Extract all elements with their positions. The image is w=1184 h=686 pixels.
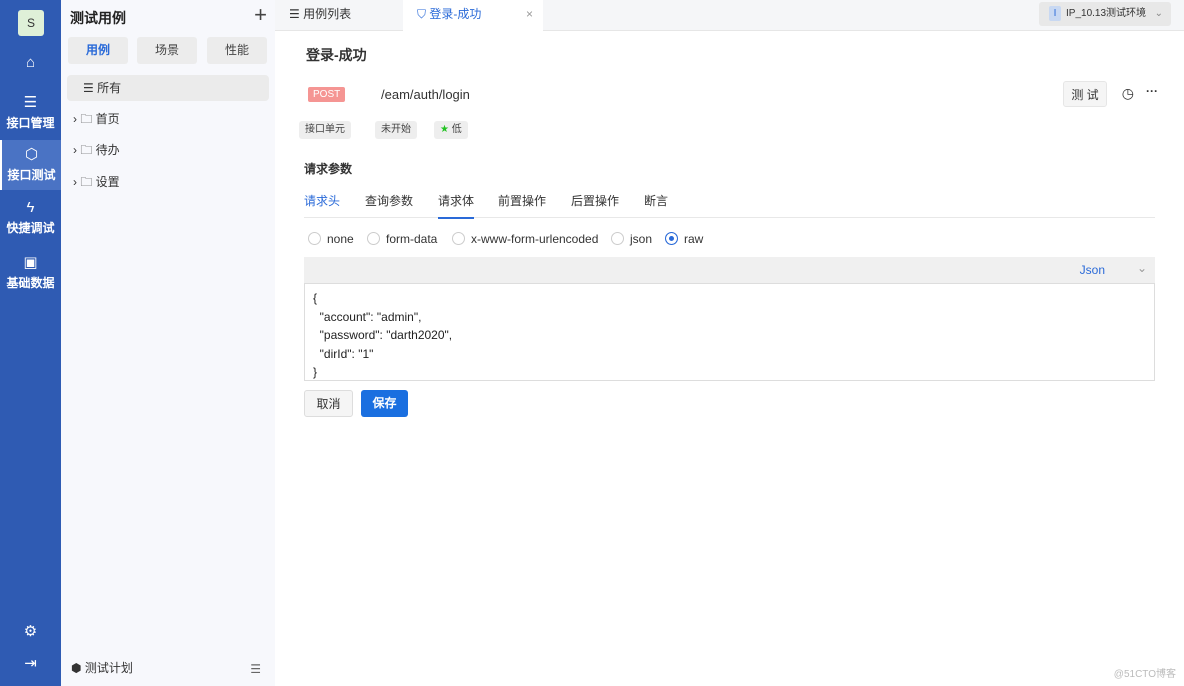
collapse-icon[interactable]: ⇥ [0,654,61,672]
watermark: @51CTO博客 [1113,669,1176,680]
chevron-down-icon[interactable]: ⌄ [1137,261,1147,275]
format-select[interactable]: Json [1080,263,1105,277]
radio-raw[interactable]: raw [665,232,703,246]
nav-label: 接口管理 [6,116,55,130]
env-label: IP_10.13测试环境 [1066,8,1147,19]
radio-label: x-www-form-urlencoded [471,232,599,246]
nav-label: 基础数据 [6,276,55,290]
tree-label: 设置 [95,175,120,189]
test-button[interactable]: 测 试 [1063,81,1107,107]
radio-label: none [327,232,354,246]
tag-status: 未开始 [375,121,417,139]
tab-label: 用例列表 [303,7,352,21]
tree-label: 首页 [95,112,120,126]
star-icon: ★ [440,124,449,135]
folder-icon: › 🗀 [73,175,96,189]
tab-post-ops[interactable]: 后置操作 [571,192,619,209]
priority-label: 低 [451,124,462,135]
nav-sidebar: S ⌂ ☰ 接口管理 ⬡ 接口测试 ϟ 快捷调试 ▣ 基础数据 ⚙ ⇥ [0,0,61,686]
tab-bar: ☰ 用例列表 ⛉ 登录-成功 × I IP_10.13测试环境 ⌄ [275,0,1184,31]
radio-label: json [630,232,653,246]
nav-base-data[interactable]: ▣ 基础数据 [0,250,61,298]
tab-login-success[interactable]: ⛉ 登录-成功 × [403,0,543,31]
home-icon: ⌂ [25,54,36,71]
radio-json[interactable]: json [611,232,652,246]
params-heading: 请求参数 [304,162,353,176]
hexagon-icon: ⬡ [24,146,39,163]
tab-label: 登录-成功 [429,7,482,21]
tree-label: 待办 [95,143,120,157]
segment-cases[interactable]: 用例 [68,37,128,64]
nav-quick-debug[interactable]: ϟ 快捷调试 [0,196,61,244]
shield-icon: ⛉ [417,7,430,21]
case-title: 登录-成功 [306,47,367,63]
nav-home[interactable]: ⌂ [0,54,61,74]
hexagon-icon: ⬢ [71,661,85,675]
environment-select[interactable]: I IP_10.13测试环境 ⌄ [1039,2,1171,26]
method-badge: POST [308,87,346,102]
tree-item-all[interactable]: ☰ 所有 [67,75,269,101]
tab-body[interactable]: 请求体 [438,192,475,219]
tab-case-list[interactable]: ☰ 用例列表 [289,0,351,31]
tab-headers[interactable]: 请求头 [304,192,340,209]
data-icon: ▣ [23,254,38,271]
radio-label: raw [684,232,704,246]
nav-api-management[interactable]: ☰ 接口管理 [0,90,61,138]
nav-label: 快捷调试 [6,221,55,235]
url-field[interactable]: /eam/auth/login [381,87,470,102]
sliders-icon: ☰ [23,94,38,111]
radio-none[interactable]: none [308,232,354,246]
tab-pre-ops[interactable]: 前置操作 [498,192,546,209]
tree-item-todo[interactable]: › 🗀 待办 [67,137,269,163]
case-tree-panel: 测试用例 + 用例 场景 性能 ☰ 所有 › 🗀 首页 › 🗀 待办 › 🗀 设… [61,0,275,686]
list-icon: ☰ [289,7,304,21]
tab-assertions[interactable]: 断言 [644,192,668,209]
test-plan-link[interactable]: ⬢ 测试计划 [71,659,133,676]
env-badge: I [1049,5,1061,21]
avatar[interactable]: S [18,10,44,36]
chevron-down-icon: ⌄ [1154,8,1163,19]
history-icon[interactable]: ◷ [1122,85,1134,102]
cancel-button[interactable]: 取消 [304,390,353,417]
list-icon: ☰ [83,81,98,95]
nav-label: 接口测试 [7,168,56,182]
radio-label: form-data [386,232,438,246]
editor-toolbar: Json ⌄ [304,257,1155,283]
tree-title: 测试用例 [70,10,126,26]
tree-item-settings[interactable]: › 🗀 设置 [67,169,269,195]
folder-icon: › 🗀 [73,112,96,126]
tag-type: 接口单元 [299,121,351,139]
radio-urlencoded[interactable]: x-www-form-urlencoded [452,232,598,246]
add-icon[interactable]: + [254,2,267,28]
case-detail: 登录-成功 POST /eam/auth/login 测 试 ◷ ··· 接口单… [275,31,1184,686]
folder-icon: › 🗀 [73,143,96,157]
menu-icon[interactable]: ☰ [250,662,261,676]
segment-scenarios[interactable]: 场景 [137,37,197,64]
settings-icon[interactable]: ⚙ [0,622,61,640]
divider [304,217,1155,218]
tree-item-home[interactable]: › 🗀 首页 [67,106,269,132]
footer-label: 测试计划 [84,661,133,675]
nav-api-test[interactable]: ⬡ 接口测试 [0,140,61,190]
segment-performance[interactable]: 性能 [207,37,267,64]
more-icon[interactable]: ··· [1146,84,1158,98]
save-button[interactable]: 保存 [361,390,408,417]
tree-label: 所有 [97,81,122,95]
close-icon[interactable]: × [526,0,533,29]
radio-form-data[interactable]: form-data [367,232,437,246]
body-editor[interactable]: { "account": "admin", "password": "darth… [304,283,1155,381]
tab-query[interactable]: 查询参数 [365,192,413,209]
tag-priority[interactable]: ★ 低 [434,121,468,139]
lightning-icon: ϟ [26,199,35,216]
